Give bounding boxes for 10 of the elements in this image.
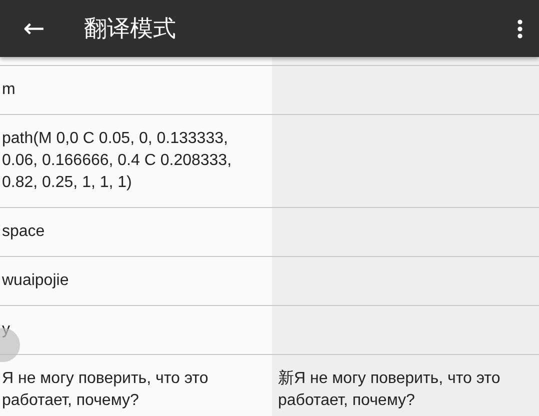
source-text: m — [2, 81, 16, 98]
screen-title: 翻译模式 — [84, 15, 176, 44]
source-text: wuaipojie — [2, 272, 69, 289]
source-text: path(M 0,0 C 0.05, 0, 0.133333, 0.06, 0.166666, 0.4 C 0.208333, 0.82, 0.25, 1, 1, 1) — [2, 130, 232, 191]
table-cell: 新Я не могу поверить, что это работает, почему? — [272, 355, 539, 416]
source-text: Я не могу поверить, что это работает, почему? — [2, 370, 208, 409]
source-text: space — [2, 223, 45, 240]
source-text: y — [2, 321, 10, 338]
back-button[interactable]: ← — [14, 14, 54, 44]
more-options-icon[interactable] — [517, 18, 523, 38]
